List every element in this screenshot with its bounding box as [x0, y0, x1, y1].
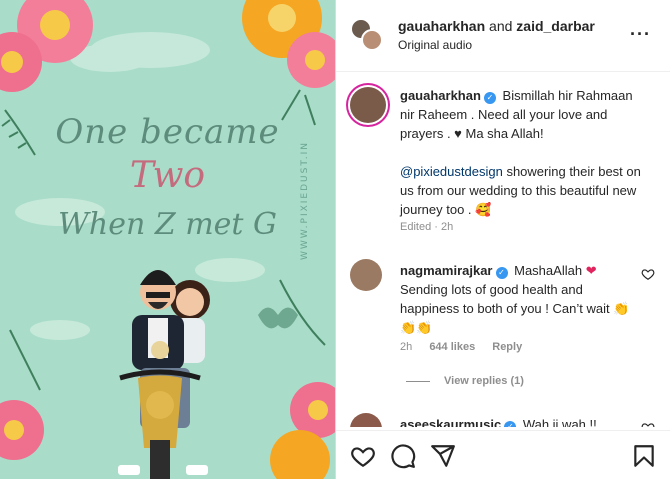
heart-icon[interactable] [641, 267, 655, 281]
comment-body-2: Sending lots of good health and happines… [400, 282, 630, 335]
comment-meta: 2h 644 likes Reply [400, 341, 536, 353]
collab-avatars[interactable] [350, 18, 384, 52]
emoji: 🥰 [475, 202, 492, 217]
avatar[interactable] [350, 259, 382, 291]
username-link[interactable]: zaid_darbar [516, 18, 595, 34]
caption-text: gauaharkhan ✓ Bismillah hir Rahmaan nir R… [400, 86, 650, 219]
reply-button[interactable]: Reply [492, 341, 522, 353]
collab-usernames: gauaharkhan and zaid_darbar [398, 18, 595, 34]
comment-time: 2h [400, 341, 413, 353]
action-bar [336, 430, 670, 479]
media-title-line-3: When Z met G [58, 207, 277, 242]
view-replies-label: View replies (1) [444, 375, 524, 387]
heart-emoji: ❤ [585, 263, 597, 278]
caption-paragraph-2: @pixiedustdesign showering their best on… [400, 162, 650, 219]
edited-timestamp: Edited · 2h [400, 221, 454, 233]
post-side-panel: gauaharkhan and zaid_darbar Original aud… [335, 0, 670, 479]
view-replies-button[interactable]: View replies (1) [406, 375, 524, 387]
verified-badge-icon: ✓ [504, 421, 517, 427]
caption-username[interactable]: gauaharkhan [400, 88, 481, 103]
comment-username[interactable]: nagmamirajkar [400, 263, 493, 278]
heart-icon[interactable] [641, 421, 655, 427]
comment-icon[interactable] [390, 443, 416, 469]
mention-link[interactable]: @pixiedustdesign [400, 164, 503, 179]
media-title-line-1: One became [55, 112, 280, 152]
avatar[interactable] [350, 87, 386, 123]
username-link[interactable]: gauaharkhan [398, 18, 485, 34]
comment-username[interactable]: aseeskaurmusic [400, 417, 501, 427]
comment: aseeskaurmusic ✓ Wah ji wah !! [336, 413, 670, 427]
audio-link[interactable]: Original audio [398, 38, 472, 52]
post-media[interactable]: One became Two When Z met G WWW.PIXIEDUS… [0, 0, 335, 479]
and-text: and [489, 18, 513, 34]
replies-divider [406, 380, 430, 382]
watermark: WWW.PIXIEDUST.IN [300, 140, 310, 260]
comment-body: Wah ji wah !! [522, 417, 597, 427]
more-horizontal-icon[interactable]: ··· [630, 25, 651, 43]
avatar[interactable] [350, 413, 382, 427]
verified-badge-icon: ✓ [495, 267, 508, 279]
bookmark-icon[interactable] [631, 443, 657, 469]
comment-likes[interactable]: 644 likes [429, 341, 475, 353]
verified-badge-icon: ✓ [483, 92, 496, 104]
share-icon[interactable] [430, 443, 456, 469]
post-header: gauaharkhan and zaid_darbar Original aud… [336, 0, 670, 72]
avatar-zaid-darbar[interactable] [361, 29, 383, 51]
comment-text: aseeskaurmusic ✓ Wah ji wah !! [400, 415, 632, 427]
comment-body: MashaAllah [514, 263, 583, 278]
comment-text: nagmamirajkar ✓ MashaAllah ❤ Sending lots… [400, 261, 632, 337]
heart-icon[interactable] [350, 443, 376, 469]
media-title-line-2: Two [129, 155, 206, 196]
